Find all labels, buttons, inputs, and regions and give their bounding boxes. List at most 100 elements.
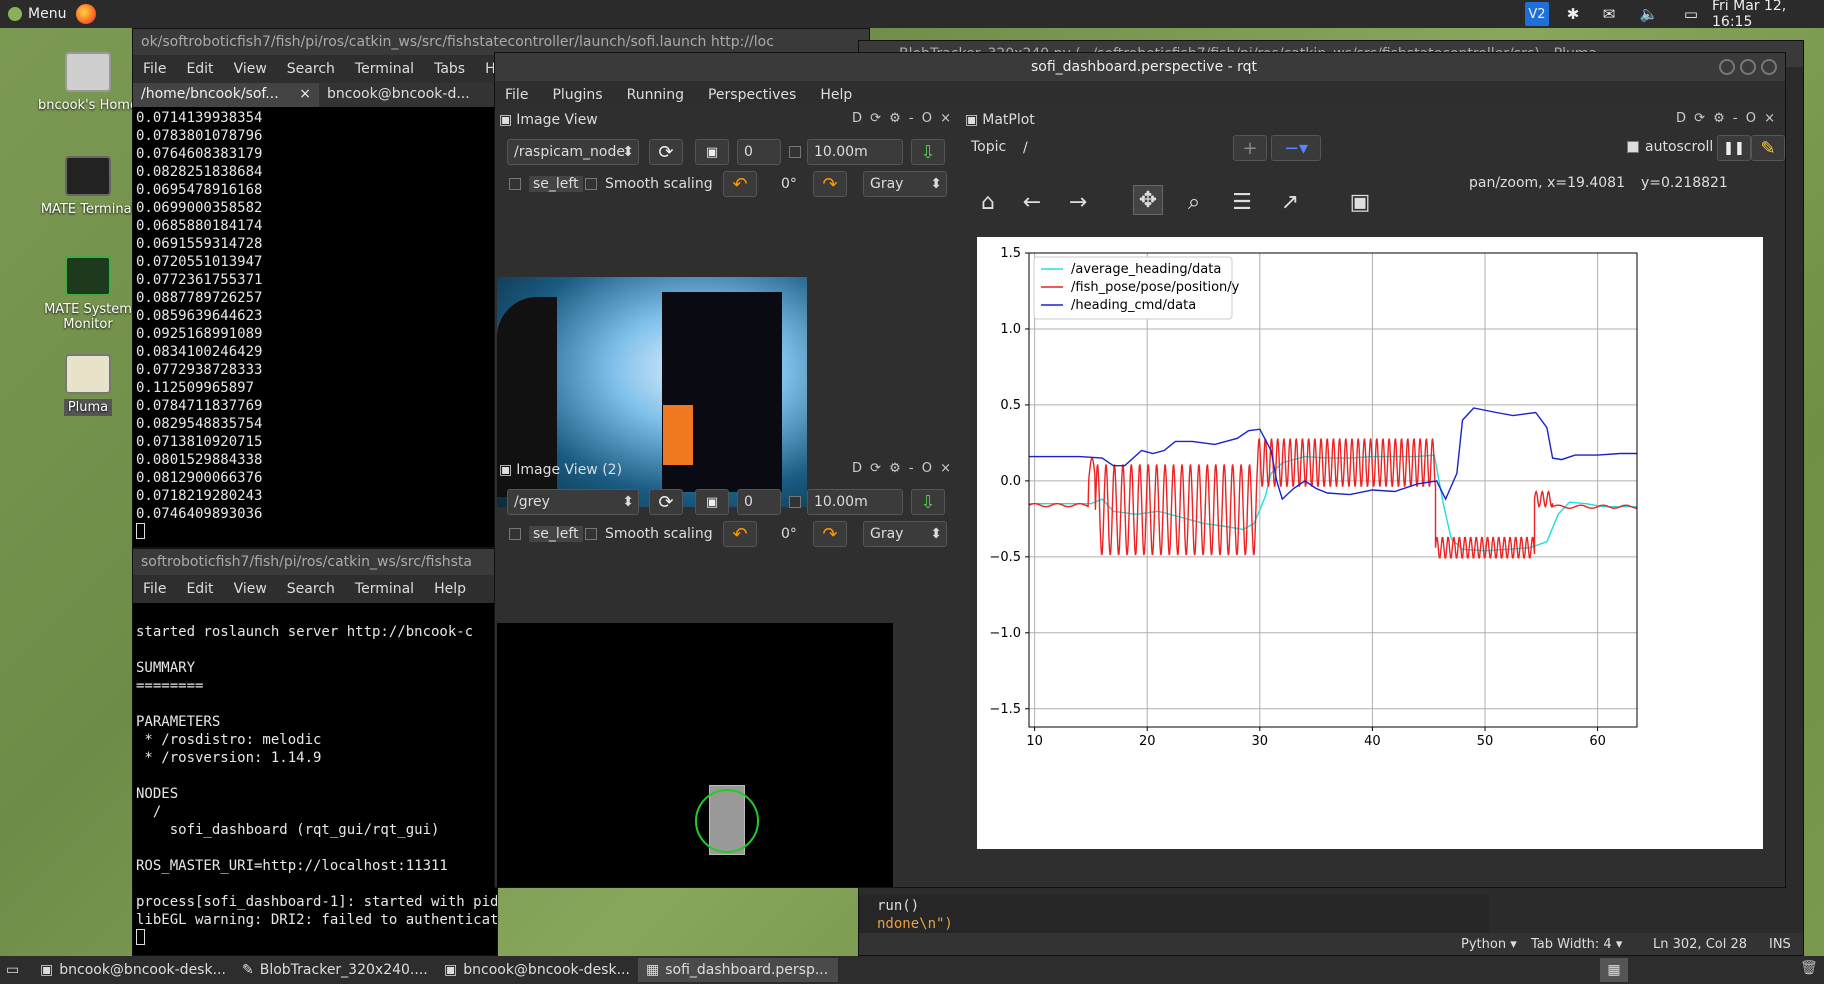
vscode-tray-icon[interactable]: V2 [1525, 2, 1549, 26]
menu-button[interactable]: Menu [0, 0, 104, 28]
zoom-button[interactable]: ▣ [695, 139, 729, 165]
rotate-left-button[interactable]: ↶ [723, 171, 757, 197]
smooth-scaling-checkbox[interactable] [585, 178, 597, 190]
menu-search[interactable]: Search [287, 581, 335, 597]
num-spinner[interactable]: 0 [737, 489, 781, 515]
display-icon[interactable]: ▭ [1680, 2, 1702, 26]
menu-help[interactable]: Help [820, 87, 852, 103]
terminal-line: * /rosversion: 1.14.9 [136, 750, 322, 766]
chat-icon[interactable]: ✉ [1598, 2, 1620, 26]
remove-topic-button[interactable]: −▾ [1271, 135, 1321, 161]
desktop-icon-home[interactable]: bncook's Home [28, 52, 148, 113]
save-figure-tool[interactable]: ▣ [1345, 187, 1375, 217]
menu-edit[interactable]: Edit [186, 61, 213, 77]
grey-image [497, 623, 893, 887]
rotate-right-button[interactable]: ↷ [813, 171, 847, 197]
pan-tool[interactable]: ✥ [1133, 185, 1163, 215]
checkbox[interactable] [789, 146, 801, 158]
checkbox[interactable] [789, 496, 801, 508]
menu-edit[interactable]: Edit [186, 581, 213, 597]
add-topic-button[interactable]: + [1233, 135, 1267, 161]
rotate-right-button[interactable]: ↷ [813, 521, 847, 547]
terminal-line: sofi_dashboard (rqt_gui/rqt_gui) [136, 822, 440, 838]
firefox-icon[interactable] [76, 4, 97, 24]
tab-home[interactable]: /home/bncook/sof... × [133, 83, 319, 107]
mouse-topic-field[interactable]: se_left [529, 526, 583, 542]
back-tool[interactable]: ← [1017, 187, 1047, 217]
task-pluma[interactable]: ✎ BlobTracker_320x240.... [234, 958, 434, 982]
trash-icon[interactable]: 🗑 [1800, 960, 1818, 980]
home-tool[interactable]: ⌂ [973, 187, 1003, 217]
topic-select[interactable]: /raspicam_node ⬍ [507, 139, 639, 165]
smooth-scaling-checkbox[interactable] [585, 528, 597, 540]
tab-width-select[interactable]: Tab Width: 4 ▾ [1531, 937, 1622, 952]
task-terminal-1[interactable]: ▣ bncook@bncook-desk... [32, 958, 232, 982]
volume-icon[interactable]: 🔈 [1638, 2, 1660, 26]
menu-view[interactable]: View [234, 61, 267, 77]
language-select[interactable]: Python ▾ [1461, 937, 1517, 952]
color-scheme-select[interactable]: Gray ⬍ [863, 171, 947, 197]
clear-button[interactable]: ✎ [1751, 135, 1785, 161]
line-chart: 10 20 30 40 50 60 1.5 1.0 0.5 0.0 −0.5 −1.0 −1.5/ave… [989, 246, 1638, 749]
rotate-left-button[interactable]: ↶ [723, 521, 757, 547]
menu-running[interactable]: Running [627, 87, 684, 103]
forward-tool[interactable]: → [1063, 187, 1093, 217]
menu-perspectives[interactable]: Perspectives [708, 87, 796, 103]
rqt-titlebar[interactable]: sofi_dashboard.perspective - rqt [495, 53, 1785, 81]
close-icon[interactable]: × [299, 86, 311, 104]
zoom-button[interactable]: ▣ [695, 489, 729, 515]
period-spinner[interactable]: 10.00m [807, 139, 903, 165]
refresh-button[interactable]: ⟳ [649, 139, 683, 165]
mouse-topic-field[interactable]: se_left [529, 176, 583, 192]
menu-terminal[interactable]: Terminal [355, 61, 414, 77]
menu-search[interactable]: Search [287, 61, 335, 77]
menu-plugins[interactable]: Plugins [552, 87, 602, 103]
language-label: Python [1461, 937, 1507, 952]
close-icon[interactable] [1761, 59, 1777, 75]
configure-tool[interactable]: ☰ [1227, 187, 1257, 217]
topic-input[interactable]: / [1017, 135, 1235, 161]
autoscroll-checkbox[interactable] [1627, 141, 1639, 153]
workspace-switcher[interactable]: ▦ [1600, 958, 1628, 982]
terminal-2-output[interactable]: started roslaunch server http://bncook-c… [133, 603, 497, 955]
clock[interactable]: Fri Mar 12, 16:15 [1712, 0, 1824, 30]
axes-edit-tool[interactable]: ↗ [1275, 187, 1305, 217]
pause-button[interactable]: ❚❚ [1717, 135, 1751, 161]
plot-canvas[interactable]: 10 20 30 40 50 60 1.5 1.0 0.5 0.0 −0.5 −1.0 −1.5/ave… [977, 237, 1763, 849]
topic-select[interactable]: /grey ⬍ [507, 489, 639, 515]
checkbox[interactable] [509, 178, 521, 190]
refresh-button[interactable]: ⟳ [649, 489, 683, 515]
maximize-icon[interactable] [1740, 59, 1756, 75]
task-rqt[interactable]: ▦ sofi_dashboard.persp... [638, 958, 838, 982]
task-terminal-2[interactable]: ▣ bncook@bncook-desk... [436, 958, 636, 982]
menu-terminal[interactable]: Terminal [355, 581, 414, 597]
desktop-icon-system-monitor[interactable]: MATE System Monitor [28, 256, 148, 332]
y-tick-label: 1.5 [1000, 246, 1021, 261]
menu-file[interactable]: File [143, 61, 166, 77]
checkbox[interactable] [509, 528, 521, 540]
bluetooth-icon[interactable]: ✱ [1562, 2, 1584, 26]
menu-view[interactable]: View [234, 581, 267, 597]
terminal-2-titlebar[interactable]: softroboticfish7/fish/pi/ros/catkin_ws/s… [133, 549, 497, 575]
tab-bncook[interactable]: bncook@bncook-d... [319, 83, 489, 107]
num-spinner[interactable]: 0 [737, 139, 781, 165]
save-button[interactable]: ⇩ [911, 139, 945, 165]
terminal-line: NODES [136, 786, 179, 802]
menu-tabs[interactable]: Tabs [434, 61, 465, 77]
period-spinner[interactable]: 10.00m [807, 489, 903, 515]
minimize-icon[interactable] [1719, 59, 1735, 75]
show-desktop-button[interactable]: ▭ [0, 958, 30, 982]
color-scheme-select[interactable]: Gray ⬍ [863, 521, 947, 547]
autoscroll-label: autoscroll [1645, 139, 1714, 155]
menu-file[interactable]: File [505, 87, 528, 103]
menu-help[interactable]: Help [434, 581, 466, 597]
menu-file[interactable]: File [143, 581, 166, 597]
desktop-icon-pluma[interactable]: Pluma [28, 354, 148, 416]
panel-controls[interactable]: D ⟳ ⚙ - O × [852, 111, 953, 126]
save-button[interactable]: ⇩ [911, 489, 945, 515]
panel-controls[interactable]: D ⟳ ⚙ - O × [852, 461, 953, 476]
panel-controls[interactable]: D ⟳ ⚙ - O × [1676, 111, 1777, 126]
desktop-icon-terminal[interactable]: MATE Terminal [28, 156, 148, 217]
zoom-tool[interactable]: ⌕ [1179, 187, 1209, 217]
